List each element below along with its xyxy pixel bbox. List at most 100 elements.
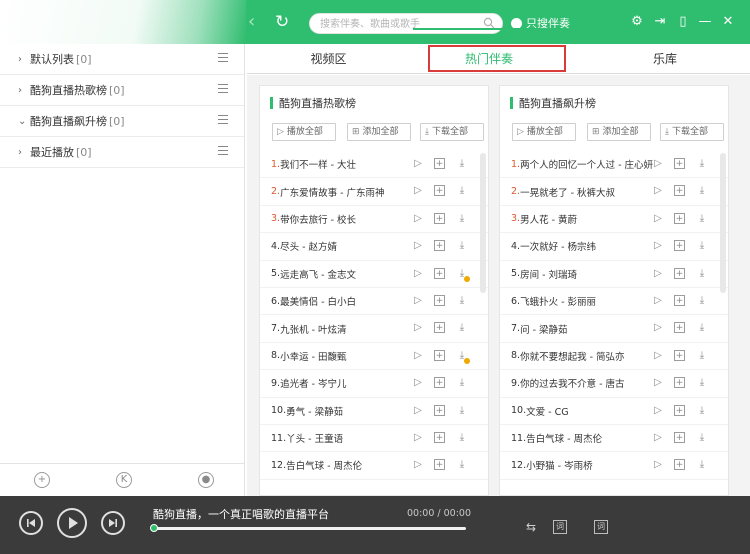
song-row[interactable]: 7. 九张机 - 叶炫清 ▷ + ⤓ [260, 315, 488, 343]
sidebar-item-recent[interactable]: › 最近播放 [0] [0, 137, 244, 168]
song-row[interactable]: 11. 丫头 - 王童语 ▷ + ⤓ [260, 425, 488, 453]
song-row[interactable]: 12. 小野猫 - 岑雨桥 ▷ + ⤓ [500, 452, 728, 480]
add-icon[interactable]: + [674, 185, 685, 197]
add-icon[interactable]: + [674, 212, 685, 224]
prev-icon[interactable] [19, 511, 43, 535]
play-all-button[interactable]: ▷ 播放全部 [512, 123, 576, 141]
add-icon[interactable]: + [674, 240, 685, 252]
add-icon[interactable]: + [674, 404, 685, 416]
download-icon[interactable]: ⤓ [696, 432, 708, 444]
song-row[interactable]: 5. 远走高飞 - 金志文 ▷ + ⤓ [260, 261, 488, 288]
song-row[interactable]: 2. 广东爱情故事 - 广东雨神 ▷ + ⤓ [260, 178, 488, 206]
play-icon[interactable]: ▷ [652, 213, 664, 225]
song-title[interactable]: 广东爱情故事 - 广东雨神 [280, 185, 384, 199]
add-icon[interactable]: + [674, 267, 685, 279]
song-title[interactable]: 最美情侣 - 白小白 [280, 294, 356, 308]
scrollbar[interactable] [720, 153, 726, 293]
play-all-button[interactable]: ▷ 播放全部 [272, 123, 336, 141]
download-icon[interactable]: ⤓ [456, 377, 468, 389]
song-title[interactable]: 问 - 梁静茹 [520, 322, 567, 336]
add-icon[interactable]: + [674, 349, 685, 361]
download-icon[interactable]: ⤓ [456, 459, 468, 471]
song-title[interactable]: 两个人的回忆一个人过 - 庄心妍 [520, 157, 653, 171]
song-row[interactable]: 4. 一次就好 - 杨宗纬 ▷ + ⤓ [500, 233, 728, 261]
download-icon[interactable]: ⤓ [456, 213, 468, 225]
song-row[interactable]: 10. 文爱 - CG ▷ + ⤓ [500, 398, 728, 425]
download-icon[interactable]: ⤓ [696, 158, 708, 170]
add-icon[interactable]: + [434, 185, 445, 197]
song-title[interactable]: 我们不一样 - 大壮 [280, 157, 356, 171]
download-icon[interactable]: ⤓ [456, 322, 468, 334]
song-title[interactable]: 你的过去我不介意 - 唐古 [520, 376, 624, 390]
add-icon[interactable]: + [434, 404, 445, 416]
add-icon[interactable]: + [434, 377, 445, 389]
progress-knob[interactable] [150, 524, 158, 532]
song-title[interactable]: 房间 - 刘瑞琦 [520, 267, 577, 281]
song-title[interactable]: 男人花 - 黄蔚 [520, 212, 577, 226]
song-title[interactable]: 九张机 - 叶炫清 [280, 322, 346, 336]
download-icon[interactable]: ⤓ [696, 350, 708, 362]
play-icon[interactable]: ▷ [412, 350, 424, 362]
song-row[interactable]: 10. 勇气 - 梁静茹 ▷ + ⤓ [260, 398, 488, 425]
song-row[interactable]: 3. 男人花 - 黄蔚 ▷ + ⤓ [500, 206, 728, 234]
download-icon[interactable]: ⤓ [696, 240, 708, 252]
song-row[interactable]: 8. 你就不要想起我 - 简弘亦 ▷ + ⤓ [500, 343, 728, 371]
play-icon[interactable]: ▷ [652, 185, 664, 197]
lyrics-icon[interactable]: 词 [553, 520, 567, 534]
add-icon[interactable]: + [434, 240, 445, 252]
play-icon[interactable]: ▷ [652, 377, 664, 389]
menu-icon[interactable] [218, 146, 228, 156]
song-title[interactable]: 勇气 - 梁静茹 [286, 404, 343, 418]
play-icon[interactable]: ▷ [412, 459, 424, 471]
play-icon[interactable]: ▷ [412, 158, 424, 170]
download-icon[interactable]: ⤓ [456, 185, 468, 197]
play-icon[interactable]: ▷ [652, 295, 664, 307]
play-icon[interactable]: ▷ [412, 268, 424, 280]
song-title[interactable]: 飞蛾扑火 - 彭丽丽 [520, 294, 596, 308]
download-icon[interactable]: ⤓ [456, 350, 470, 364]
play-icon[interactable]: ▷ [412, 432, 424, 444]
play-icon[interactable]: ▷ [412, 295, 424, 307]
mobile-icon[interactable]: ▯ [675, 13, 691, 31]
song-row[interactable]: 7. 问 - 梁静茹 ▷ + ⤓ [500, 315, 728, 343]
song-row[interactable]: 12. 告白气球 - 周杰伦 ▷ + ⤓ [260, 452, 488, 480]
add-icon[interactable]: + [674, 322, 685, 334]
search-box[interactable] [309, 13, 503, 34]
song-title[interactable]: 告白气球 - 周杰伦 [286, 458, 362, 472]
play-icon[interactable]: ▷ [412, 213, 424, 225]
add-icon[interactable]: + [674, 377, 685, 389]
add-playlist-icon[interactable]: + [34, 472, 50, 488]
song-row[interactable]: 6. 最美情侣 - 白小白 ▷ + ⤓ [260, 288, 488, 316]
song-title[interactable]: 尽头 - 赵方婧 [280, 239, 337, 253]
tab-library[interactable]: 乐库 [580, 44, 750, 74]
song-title[interactable]: 小幸运 - 田馥甄 [280, 349, 346, 363]
menu-icon[interactable] [218, 53, 228, 63]
play-icon[interactable]: ▷ [652, 459, 664, 471]
song-row[interactable]: 5. 房间 - 刘瑞琦 ▷ + ⤓ [500, 261, 728, 288]
song-row[interactable]: 3. 带你去旅行 - 校长 ▷ + ⤓ [260, 206, 488, 234]
song-row[interactable]: 2. 一晃就老了 - 秋裤大叔 ▷ + ⤓ [500, 178, 728, 206]
minimize-icon[interactable]: — [697, 13, 713, 31]
download-icon[interactable]: ⤓ [696, 268, 708, 280]
add-icon[interactable]: + [674, 294, 685, 306]
download-all-button[interactable]: ⤓ 下载全部 [420, 123, 484, 141]
download-icon[interactable]: ⤓ [456, 240, 468, 252]
login-icon[interactable]: ⇥ [652, 13, 668, 31]
download-icon[interactable]: ⤓ [456, 432, 468, 444]
repeat-icon[interactable]: ⇆ [524, 520, 538, 534]
sidebar-item-default-list[interactable]: › 默认列表 [0] [0, 44, 244, 75]
next-icon[interactable] [101, 511, 125, 535]
play-icon[interactable]: ▷ [412, 322, 424, 334]
song-row[interactable]: 9. 你的过去我不介意 - 唐古 ▷ + ⤓ [500, 370, 728, 398]
download-icon[interactable]: ⤓ [696, 213, 708, 225]
tab-video[interactable]: 视频区 [247, 44, 410, 74]
song-title[interactable]: 告白气球 - 周杰伦 [526, 431, 602, 445]
download-all-button[interactable]: ⤓ 下载全部 [660, 123, 724, 141]
play-icon[interactable] [57, 508, 87, 538]
chevron-right-icon[interactable]: › [18, 147, 30, 158]
add-icon[interactable]: + [434, 267, 445, 279]
song-row[interactable]: 9. 追光者 - 岑宁儿 ▷ + ⤓ [260, 370, 488, 398]
add-icon[interactable]: + [434, 212, 445, 224]
song-row[interactable]: 6. 飞蛾扑火 - 彭丽丽 ▷ + ⤓ [500, 288, 728, 316]
add-icon[interactable]: + [674, 459, 685, 471]
